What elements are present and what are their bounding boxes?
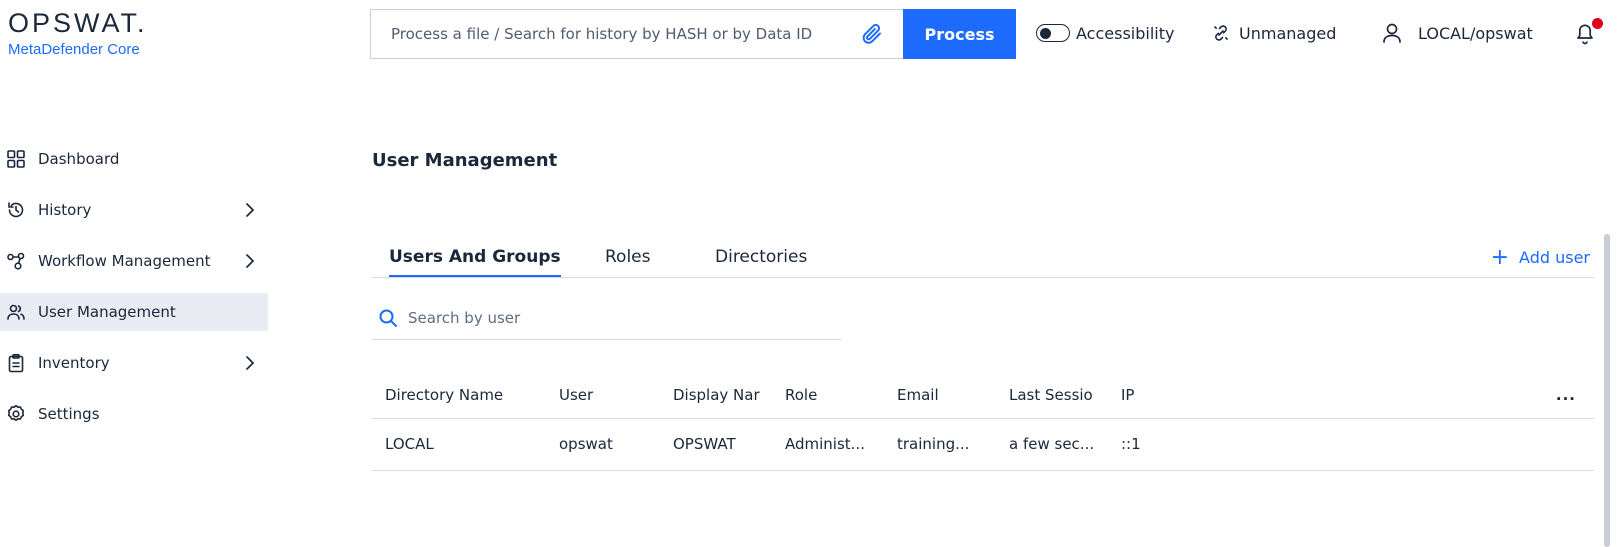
sidebar: Dashboard History Workflow Management Us… (0, 140, 268, 446)
column-header-directory-name[interactable]: Directory Name (372, 372, 546, 419)
table-header-row: Directory Name User Display Nar Role Ema… (372, 372, 1594, 419)
dashboard-grid-icon (6, 149, 26, 169)
process-search-placeholder: Process a file / Search for history by H… (391, 25, 813, 43)
sidebar-item-user-management[interactable]: User Management (0, 293, 268, 331)
column-header-display-name[interactable]: Display Nar (660, 372, 772, 419)
gear-icon (6, 404, 26, 424)
users-table: Directory Name User Display Nar Role Ema… (372, 372, 1594, 471)
sidebar-item-label: Inventory (38, 354, 110, 372)
chevron-right-icon (243, 202, 257, 218)
process-search-input[interactable]: Process a file / Search for history by H… (370, 9, 904, 59)
workflow-icon (6, 251, 26, 271)
column-header-last-session[interactable]: Last Sessio (996, 372, 1108, 419)
sidebar-item-dashboard[interactable]: Dashboard (0, 140, 268, 178)
cell-actions (1208, 418, 1594, 471)
tab-directories[interactable]: Directories (715, 247, 807, 275)
page-title: User Management (372, 150, 558, 171)
cell-directory-name: LOCAL (372, 418, 546, 471)
accessibility-toggle[interactable]: Accessibility (1036, 20, 1174, 46)
table-row[interactable]: LOCAL opswat OPSWAT Administ... training… (372, 418, 1594, 471)
sidebar-item-settings[interactable]: Settings (0, 395, 268, 433)
unmanaged-status[interactable]: Unmanaged (1212, 20, 1336, 46)
user-icon (1381, 22, 1403, 44)
add-user-label: Add user (1519, 248, 1590, 267)
add-user-button[interactable]: + Add user (1490, 244, 1590, 270)
tab-roles[interactable]: Roles (605, 247, 651, 275)
search-icon (378, 308, 398, 328)
chevron-right-icon (243, 253, 257, 269)
user-menu[interactable]: LOCAL/opswat (1381, 20, 1533, 46)
user-search-placeholder: Search by user (408, 308, 521, 327)
process-button[interactable]: Process (903, 9, 1016, 59)
cell-email: training... (884, 418, 996, 471)
clipboard-icon (6, 353, 26, 373)
cell-ip: ::1 (1108, 418, 1208, 471)
accessibility-label: Accessibility (1076, 23, 1175, 43)
sidebar-item-inventory[interactable]: Inventory (0, 344, 268, 382)
cell-role: Administ... (772, 418, 884, 471)
notification-badge (1592, 18, 1603, 29)
column-header-ip[interactable]: IP (1108, 372, 1208, 419)
cell-last-session: a few sec... (996, 418, 1108, 471)
user-label: LOCAL/opswat (1418, 23, 1533, 43)
users-icon (6, 302, 26, 322)
unmanaged-label: Unmanaged (1239, 23, 1337, 43)
tab-bar: Users And Groups Roles Directories + Add… (372, 245, 1594, 278)
plus-icon: + (1490, 244, 1510, 270)
product-name: MetaDefender Core (8, 41, 140, 58)
sidebar-item-workflow-management[interactable]: Workflow Management (0, 242, 268, 280)
cell-display-name: OPSWAT (660, 418, 772, 471)
sidebar-item-label: History (38, 201, 92, 219)
paperclip-icon[interactable] (860, 22, 884, 46)
column-header-email[interactable]: Email (884, 372, 996, 419)
user-search-input[interactable]: Search by user (372, 296, 842, 340)
logo-wordmark: OPSWAT. (8, 8, 148, 38)
sidebar-item-label: Settings (38, 405, 100, 423)
sidebar-item-label: Workflow Management (38, 252, 211, 270)
tab-users-and-groups[interactable]: Users And Groups (389, 247, 561, 277)
logo[interactable]: OPSWAT. MetaDefender Core (8, 8, 148, 58)
chevron-right-icon (243, 355, 257, 371)
unlink-icon (1212, 24, 1230, 42)
column-header-user[interactable]: User (546, 372, 660, 419)
vertical-scrollbar[interactable] (1604, 234, 1610, 547)
column-header-role[interactable]: Role (772, 372, 884, 419)
history-icon (6, 200, 26, 220)
sidebar-item-label: User Management (38, 303, 176, 321)
sidebar-item-label: Dashboard (38, 150, 120, 168)
more-options-icon[interactable]: ... (1208, 372, 1594, 419)
toggle-switch[interactable] (1036, 24, 1070, 42)
sidebar-item-history[interactable]: History (0, 191, 268, 229)
cell-user: opswat (546, 418, 660, 471)
